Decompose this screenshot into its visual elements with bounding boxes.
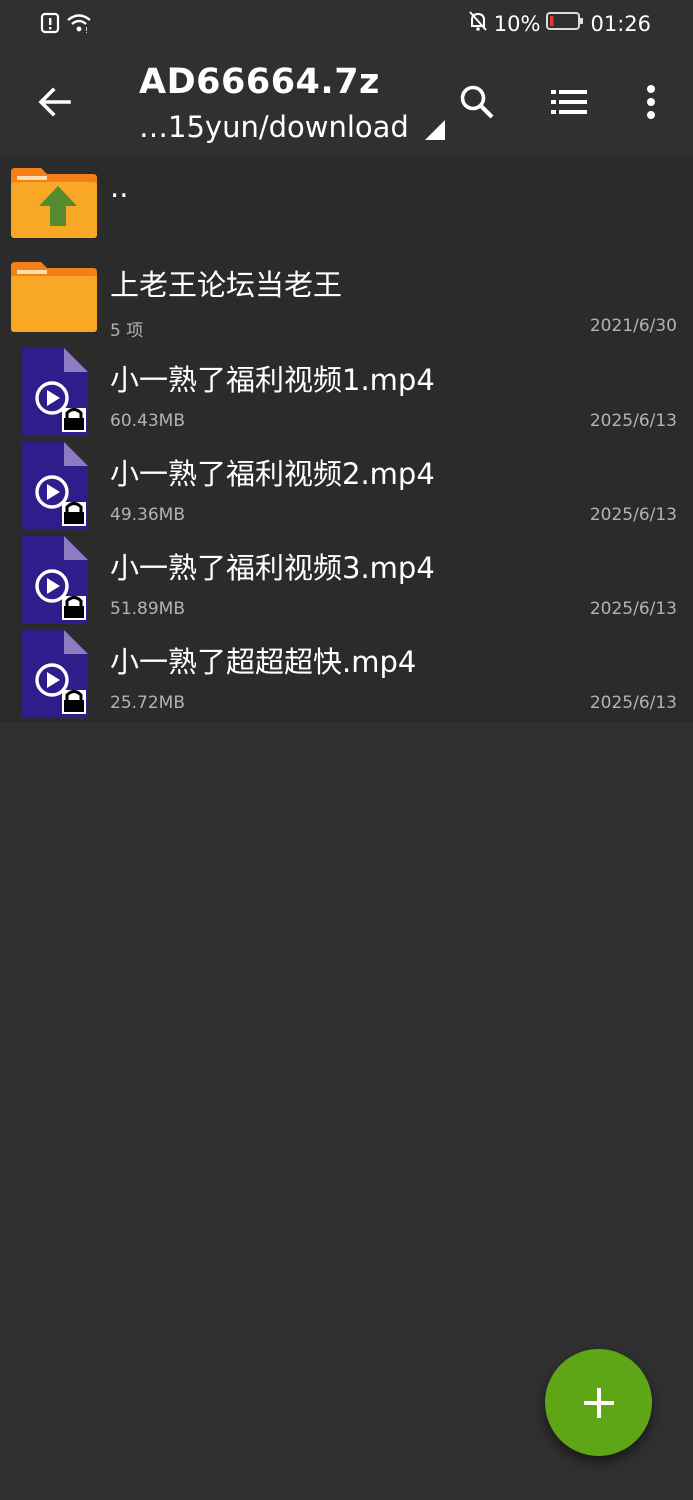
list-item-parent[interactable]: ..: [0, 156, 693, 244]
plus-icon: [583, 1387, 614, 1418]
encrypted-video-icon: [22, 348, 88, 436]
file-size: 51.89MB: [110, 599, 185, 619]
list-view-button[interactable]: [545, 78, 593, 126]
list-item[interactable]: 小一熟了福利视频2.mp4 49.36MB 2025/6/13: [0, 439, 693, 533]
svg-text:!: !: [85, 26, 88, 34]
file-size: 25.72MB: [110, 693, 185, 713]
status-right: 10% 01:26: [468, 10, 651, 37]
file-date: 2025/6/13: [589, 693, 677, 713]
path-dropdown[interactable]: …15yun/download: [139, 110, 445, 144]
file-date: 2025/6/13: [589, 599, 677, 619]
battery-icon: [546, 11, 584, 36]
back-button[interactable]: [30, 78, 78, 126]
toolbar: AD66664.7z …15yun/download: [0, 50, 693, 156]
folder-icon: [11, 262, 97, 332]
search-button[interactable]: [453, 78, 501, 126]
file-list: .. 上老王论坛当老王 5 项 2021/6/30 小一熟了福利视频1.mp4 …: [0, 156, 693, 722]
list-item[interactable]: 小一熟了福利视频1.mp4 60.43MB 2025/6/13: [0, 345, 693, 439]
search-icon: [460, 85, 494, 119]
status-bar: ! 10% 01:26: [0, 0, 693, 50]
battery-percent: 10%: [493, 11, 541, 36]
encrypted-video-icon: [22, 630, 88, 718]
file-size: 49.36MB: [110, 505, 185, 525]
dropdown-triangle-icon: [424, 120, 445, 140]
file-name: 小一熟了福利视频2.mp4: [110, 457, 435, 491]
parent-folder-icon: [11, 168, 97, 238]
file-name: 小一熟了福利视频1.mp4: [110, 363, 435, 397]
clock: 01:26: [590, 11, 651, 36]
file-date: 2025/6/13: [589, 411, 677, 431]
file-date: 2025/6/13: [589, 505, 677, 525]
current-path: …15yun/download: [139, 110, 409, 144]
mute-bell-icon: [468, 10, 488, 37]
file-name: 小一熟了超超超快.mp4: [110, 645, 417, 679]
alert-icon: [40, 12, 60, 38]
list-item[interactable]: 上老王论坛当老王 5 项 2021/6/30: [0, 250, 693, 344]
status-left: !: [40, 12, 92, 38]
list-item[interactable]: 小一熟了福利视频3.mp4 51.89MB 2025/6/13: [0, 533, 693, 627]
file-date: 2021/6/30: [589, 316, 677, 336]
more-options-button[interactable]: [627, 78, 675, 126]
file-name: ..: [110, 170, 129, 204]
list-view-icon: [551, 90, 587, 114]
more-icon: [647, 85, 655, 119]
file-name: 上老王论坛当老王: [110, 268, 343, 302]
encrypted-video-icon: [22, 536, 88, 624]
wifi-icon: !: [66, 12, 92, 38]
list-item[interactable]: 小一熟了超超超快.mp4 25.72MB 2025/6/13: [0, 627, 693, 721]
back-arrow-icon: [38, 87, 71, 117]
file-name: 小一熟了福利视频3.mp4: [110, 551, 435, 585]
archive-title: AD66664.7z: [139, 62, 380, 102]
encrypted-video-icon: [22, 442, 88, 530]
add-button[interactable]: [545, 1349, 652, 1456]
file-meta: 5 项: [110, 321, 144, 341]
file-size: 60.43MB: [110, 411, 185, 431]
